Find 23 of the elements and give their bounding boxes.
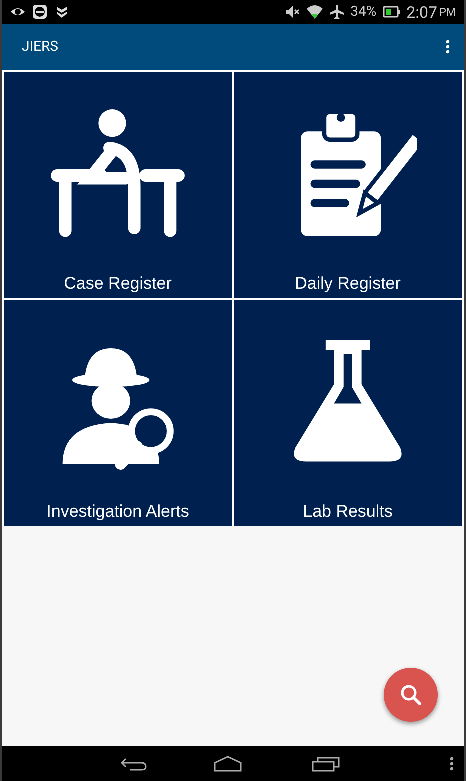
battery-percent: 34%: [350, 4, 377, 20]
back-icon: [120, 756, 148, 772]
recent-apps-icon: [312, 756, 340, 772]
airplane-icon: [328, 4, 345, 20]
menu-tile[interactable]: Investigation Alerts: [4, 300, 232, 526]
more-icon: [446, 40, 450, 54]
clock-period: PM: [439, 6, 456, 18]
mute-icon: [284, 4, 301, 20]
menu-tile[interactable]: Case Register: [4, 72, 232, 298]
home-button[interactable]: [214, 756, 242, 772]
app-title: JIERS: [22, 39, 60, 55]
menu-tile[interactable]: Lab Results: [234, 300, 462, 526]
more-button[interactable]: [450, 756, 454, 770]
menu-tile[interactable]: Daily Register: [234, 72, 462, 298]
recent-apps-button[interactable]: [312, 756, 340, 772]
home-icon: [214, 756, 242, 772]
search-button[interactable]: [384, 668, 438, 722]
clock-time: 2:07: [406, 2, 438, 22]
search-icon: [400, 684, 422, 706]
back-button[interactable]: [120, 756, 148, 772]
wifi-icon: [306, 4, 323, 20]
more-icon: [450, 756, 454, 770]
battery-icon: [382, 4, 401, 20]
